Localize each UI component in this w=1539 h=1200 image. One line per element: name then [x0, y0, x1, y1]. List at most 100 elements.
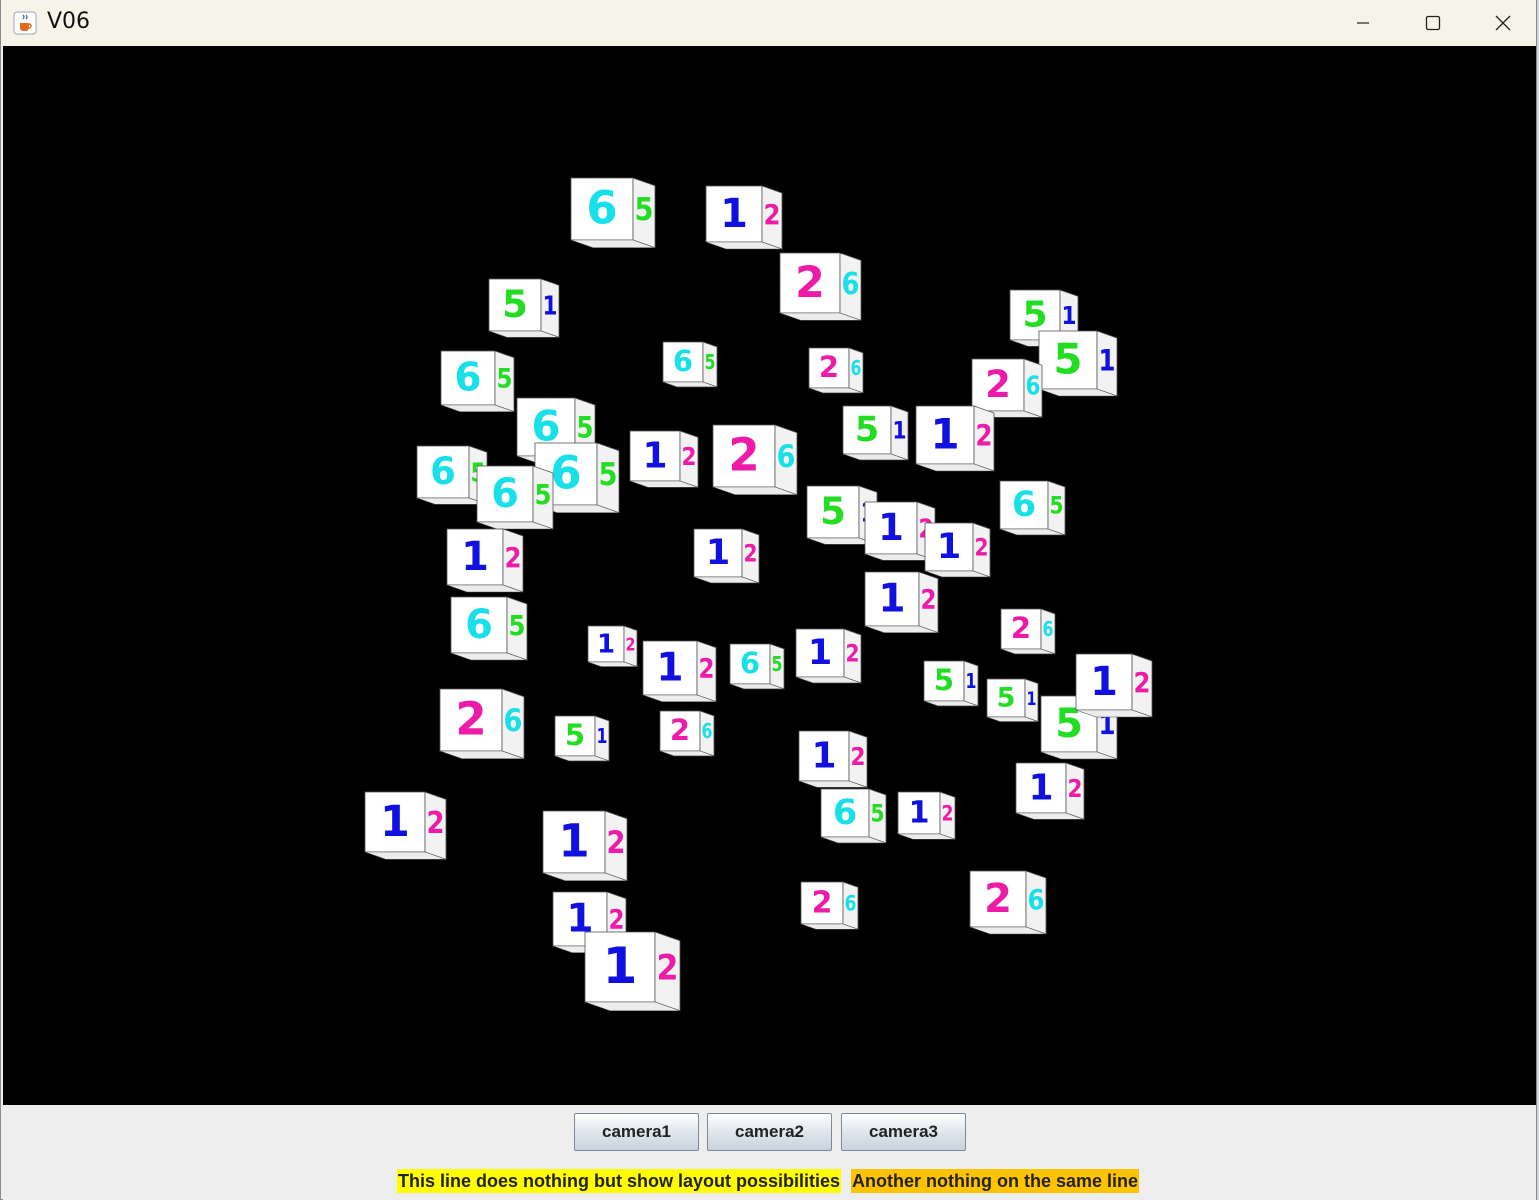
- cube-side-digit: 2: [851, 742, 866, 771]
- cube-side-digit: 2: [626, 634, 636, 655]
- cube-front-digit: 2: [455, 692, 486, 745]
- number-cube: 65: [570, 177, 656, 249]
- number-cube: 26: [969, 870, 1047, 935]
- cube-front-digit: 6: [491, 471, 519, 517]
- number-cube: 12: [693, 528, 760, 584]
- cube-scene-svg: 6512265165652651512665511226656512655112…: [364, 177, 1153, 1012]
- cube-front-digit: 2: [670, 713, 690, 747]
- cube-side-digit: 5: [871, 800, 885, 828]
- cube-side-digit: 2: [607, 825, 626, 861]
- camera1-button[interactable]: camera1: [574, 1113, 699, 1151]
- cube-side-digit: 1: [1099, 343, 1116, 377]
- number-cube: 26: [800, 881, 859, 930]
- number-cube: 12: [1015, 762, 1085, 820]
- cube-side-digit: 5: [772, 652, 783, 676]
- number-cube: 65: [476, 465, 554, 530]
- cube-side-digit: 2: [609, 905, 625, 936]
- number-cube: 12: [642, 640, 717, 703]
- number-cube: 26: [808, 347, 864, 394]
- layout-note-label-2: Another nothing on the same line: [851, 1169, 1140, 1193]
- java-cup-icon: [13, 11, 37, 35]
- cube-side-digit: 2: [744, 540, 758, 568]
- number-cube: 65: [729, 643, 785, 690]
- number-cube: 51: [986, 678, 1039, 723]
- number-cube: 51: [1038, 330, 1118, 397]
- number-cube: 12: [446, 528, 524, 593]
- close-button[interactable]: [1468, 0, 1538, 46]
- cube-front-digit: 6: [465, 602, 493, 648]
- number-cube: 51: [554, 715, 610, 762]
- number-cube: 26: [712, 424, 798, 496]
- cube-front-digit: 2: [985, 363, 1011, 406]
- cube-side-digit: 2: [764, 198, 781, 231]
- cube-front-digit: 5: [502, 283, 528, 326]
- cube-side-digit: 6: [1026, 371, 1041, 401]
- number-cube: 12: [897, 791, 956, 840]
- cube-front-digit: 1: [1090, 659, 1118, 705]
- cube-front-digit: 6: [1012, 485, 1036, 525]
- cube-front-digit: 2: [812, 886, 833, 921]
- 3d-canvas[interactable]: 6512265165652651512665511226656512655112…: [3, 46, 1536, 1105]
- camera2-button[interactable]: camera2: [707, 1113, 832, 1151]
- cube-scene: 6512265165652651512665511226656512655112…: [3, 46, 1536, 1105]
- maximize-icon: [1425, 15, 1441, 31]
- cube-front-digit: 6: [586, 181, 617, 234]
- cube-front-digit: 1: [878, 506, 904, 549]
- cube-side-digit: 2: [942, 802, 954, 826]
- cube-side-digit: 2: [1134, 666, 1151, 699]
- cube-side-digit: 6: [845, 892, 857, 916]
- number-cube: 51: [488, 278, 560, 338]
- cube-front-digit: 2: [984, 876, 1012, 922]
- number-cube: 51: [842, 405, 909, 461]
- cube-side-digit: 6: [851, 356, 862, 380]
- cube-side-digit: 5: [635, 192, 654, 228]
- cube-side-digit: 2: [657, 949, 679, 989]
- cube-side-digit: 5: [535, 478, 552, 511]
- title-bar[interactable]: V06: [1, 0, 1536, 46]
- cube-front-digit: 1: [720, 191, 748, 237]
- cube-side-digit: 2: [976, 418, 993, 452]
- cube-front-digit: 1: [808, 633, 832, 673]
- camera3-button[interactable]: camera3: [841, 1113, 966, 1151]
- cube-side-digit: 2: [682, 442, 697, 471]
- cube-front-digit: 5: [997, 683, 1016, 714]
- cube-front-digit: 6: [430, 450, 456, 493]
- cube-side-digit: 1: [893, 417, 907, 445]
- cube-side-digit: 1: [597, 724, 608, 748]
- cube-front-digit: 6: [550, 446, 581, 499]
- cube-front-digit: 1: [1028, 768, 1053, 809]
- cube-front-digit: 1: [909, 796, 930, 831]
- minimize-button[interactable]: [1328, 0, 1398, 46]
- cube-front-digit: 2: [728, 428, 759, 481]
- cube-side-digit: 6: [777, 439, 796, 475]
- cube-side-digit: 2: [975, 534, 989, 562]
- cube-side-digit: 6: [1043, 617, 1054, 641]
- number-cube: 12: [542, 810, 628, 882]
- number-cube: 12: [1075, 653, 1153, 718]
- number-cube: 65: [450, 596, 528, 661]
- maximize-button[interactable]: [1398, 0, 1468, 46]
- cube-front-digit: 5: [1053, 334, 1082, 383]
- number-cube: 12: [864, 571, 939, 634]
- cube-front-digit: 2: [819, 350, 839, 384]
- cube-side-digit: 5: [509, 609, 526, 642]
- number-cube: 12: [924, 522, 991, 578]
- cube-side-digit: 1: [543, 291, 558, 321]
- cube-side-digit: 6: [842, 267, 860, 302]
- cube-side-digit: 2: [505, 541, 522, 574]
- number-cube: 12: [798, 730, 868, 788]
- number-cube: 65: [820, 788, 887, 844]
- cube-front-digit: 1: [380, 797, 410, 847]
- number-cube: 12: [795, 628, 862, 684]
- number-cube: 65: [440, 350, 515, 413]
- number-cube: 12: [705, 185, 783, 250]
- cube-front-digit: 5: [934, 663, 954, 697]
- cube-side-digit: 6: [504, 703, 523, 739]
- minimize-icon: [1357, 22, 1369, 24]
- number-cube: 65: [416, 445, 488, 505]
- number-cube: 26: [659, 710, 715, 757]
- cube-side-digit: 2: [921, 585, 937, 616]
- cube-side-digit: 6: [702, 719, 713, 743]
- cube-side-digit: 2: [846, 640, 860, 668]
- cube-front-digit: 1: [642, 436, 667, 477]
